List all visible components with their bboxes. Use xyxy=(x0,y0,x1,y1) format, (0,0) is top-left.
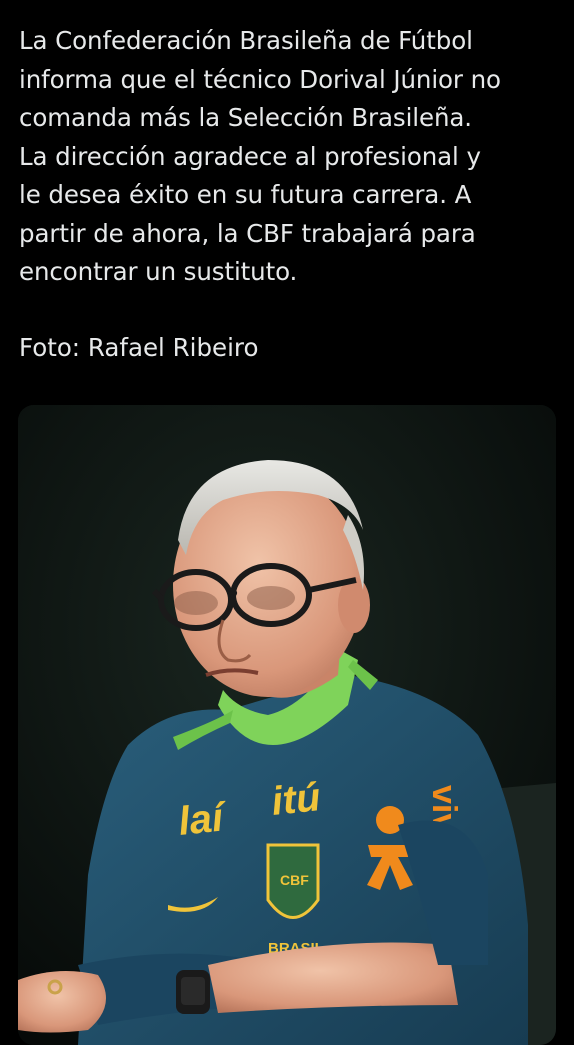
post-text-line: le desea éxito en su futura carrera. A xyxy=(19,180,472,209)
cbf-crest-icon: CBF BRASIL xyxy=(266,843,324,957)
post-text: La Confederación Brasileña de Fútbol inf… xyxy=(19,22,559,292)
post-text-line: partir de ahora, la CBF trabajará para xyxy=(19,218,476,248)
post-text-line: La dirección agradece al profesional y xyxy=(19,141,481,171)
photo-credit: Foto: Rafael Ribeiro xyxy=(19,333,259,362)
hand xyxy=(18,971,106,1033)
post-text-line: comanda más la Selección Brasileña. xyxy=(19,103,472,132)
coach-photo-illustration: laí itú CBF BRASIL vivo xyxy=(18,405,556,1045)
crest-text: CBF xyxy=(280,872,309,888)
shirt-text-right: itú xyxy=(269,775,322,824)
post: La Confederación Brasileña de Fútbol inf… xyxy=(0,0,574,1045)
post-text-line: La Confederación Brasileña de Fútbol xyxy=(19,26,473,55)
post-text-line: informa que el técnico Dorival Júnior no xyxy=(19,64,501,94)
post-text-line: encontrar un sustituto. xyxy=(19,257,298,286)
post-photo[interactable]: laí itú CBF BRASIL vivo xyxy=(18,405,556,1045)
